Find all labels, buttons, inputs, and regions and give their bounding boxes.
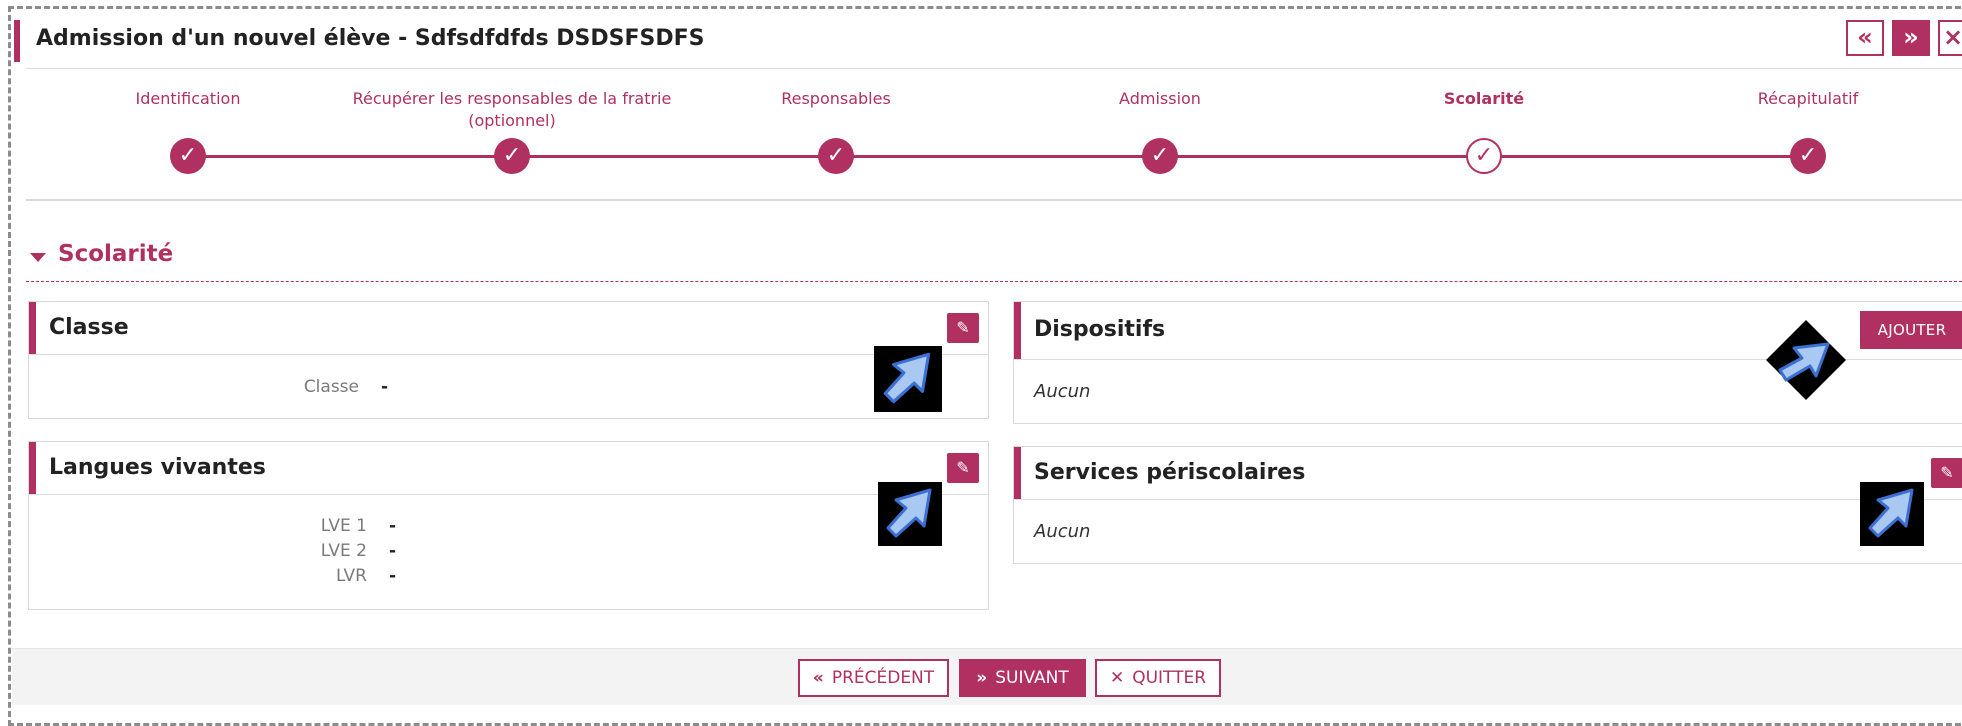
next-step-button[interactable]: » SUIVANT <box>959 659 1086 697</box>
field-label-lve1: LVE 1 <box>320 516 367 536</box>
cursor-arrow-icon <box>878 482 942 546</box>
card-periscolaires-title: Services périscolaires <box>1034 460 1306 485</box>
step-dot-admission[interactable]: ✓ <box>1142 138 1178 174</box>
next-student-button[interactable]: » <box>1892 20 1930 56</box>
section-divider <box>26 281 1962 282</box>
double-chevron-left-icon: « <box>812 668 824 688</box>
step-dot-responsables[interactable]: ✓ <box>818 138 854 174</box>
card-accent-bar <box>1014 447 1021 499</box>
field-value-classe: - <box>381 377 389 397</box>
quit-button[interactable]: ✕ QUITTER <box>1095 659 1221 697</box>
next-step-label: SUIVANT <box>995 668 1069 688</box>
edit-langues-button[interactable]: ✎ <box>947 453 979 483</box>
stepper-divider <box>26 199 1962 201</box>
double-chevron-right-icon: » <box>976 668 988 688</box>
step-label-recapitulatif[interactable]: Récapitulatif <box>1658 88 1958 110</box>
pencil-icon: ✎ <box>956 458 970 477</box>
field-label-lve2: LVE 2 <box>320 541 367 561</box>
step-label-fratrie[interactable]: Récupérer les responsables de la fratrie… <box>347 88 677 132</box>
field-label-lvr: LVR <box>335 566 367 586</box>
card-classe-header: Classe <box>29 302 988 355</box>
cursor-arrow-icon <box>1860 482 1924 546</box>
card-periscolaires: Services périscolaires ✎ Aucun <box>1013 446 1962 564</box>
close-button[interactable]: × <box>1938 20 1962 56</box>
check-icon: ✓ <box>826 143 846 168</box>
step-label-responsables[interactable]: Responsables <box>686 88 986 110</box>
previous-step-button[interactable]: « PRÉCÉDENT <box>798 659 949 697</box>
step-dot-identification[interactable]: ✓ <box>170 138 206 174</box>
quit-label: QUITTER <box>1132 668 1207 688</box>
card-dispositifs-title: Dispositifs <box>1034 317 1166 342</box>
edit-classe-button[interactable]: ✎ <box>947 313 979 343</box>
field-value-lve2: - <box>389 541 397 561</box>
add-dispositif-button[interactable]: AJOUTER <box>1860 311 1962 349</box>
step-dot-scolarite[interactable]: ✓ <box>1466 138 1502 174</box>
check-icon: ✓ <box>1474 143 1494 168</box>
field-label-classe: Classe <box>303 377 359 397</box>
page-title: Admission d'un nouvel élève - Sdfsdfdfds… <box>36 26 705 51</box>
double-chevron-left-icon: « <box>1857 23 1873 51</box>
card-accent-bar <box>29 302 36 354</box>
card-accent-bar <box>1014 302 1021 359</box>
step-label-scolarite[interactable]: Scolarité <box>1334 88 1634 110</box>
cursor-arrow-icon <box>1766 320 1846 400</box>
caret-down-icon[interactable] <box>30 253 46 262</box>
previous-student-button[interactable]: « <box>1846 20 1884 56</box>
card-langues: Langues vivantes ✎ LVE 1 - LVE 2 - LVR - <box>28 441 989 610</box>
card-langues-title: Langues vivantes <box>49 455 266 480</box>
check-icon: ✓ <box>1150 143 1170 168</box>
card-classe: Classe ✎ Classe - <box>28 301 989 419</box>
check-icon: ✓ <box>1798 143 1818 168</box>
section-title[interactable]: Scolarité <box>58 241 173 267</box>
stepper-track <box>188 155 1808 158</box>
step-dot-recapitulatif[interactable]: ✓ <box>1790 138 1826 174</box>
card-accent-bar <box>29 442 36 494</box>
card-periscolaires-header: Services périscolaires <box>1014 447 1962 500</box>
step-label-admission[interactable]: Admission <box>1010 88 1310 110</box>
field-value-lve1: - <box>389 516 397 536</box>
dispositifs-empty-text: Aucun <box>1034 381 1091 402</box>
step-dot-fratrie[interactable]: ✓ <box>494 138 530 174</box>
pencil-icon: ✎ <box>1940 463 1954 482</box>
close-icon: × <box>1942 23 1962 51</box>
check-icon: ✓ <box>178 143 198 168</box>
card-classe-title: Classe <box>49 315 129 340</box>
close-icon: ✕ <box>1109 668 1125 688</box>
card-langues-header: Langues vivantes <box>29 442 988 495</box>
previous-step-label: PRÉCÉDENT <box>831 668 935 688</box>
periscolaires-empty-text: Aucun <box>1034 521 1091 542</box>
check-icon: ✓ <box>502 143 522 168</box>
edit-periscolaires-button[interactable]: ✎ <box>1931 458 1962 488</box>
cursor-arrow-icon <box>874 346 942 412</box>
field-value-lvr: - <box>389 566 397 586</box>
header-divider <box>26 68 1962 69</box>
pencil-icon: ✎ <box>956 318 970 337</box>
title-bar: Admission d'un nouvel élève - Sdfsdfdfds… <box>14 20 1962 62</box>
step-label-identification[interactable]: Identification <box>38 88 338 110</box>
double-chevron-right-icon: » <box>1903 23 1919 51</box>
